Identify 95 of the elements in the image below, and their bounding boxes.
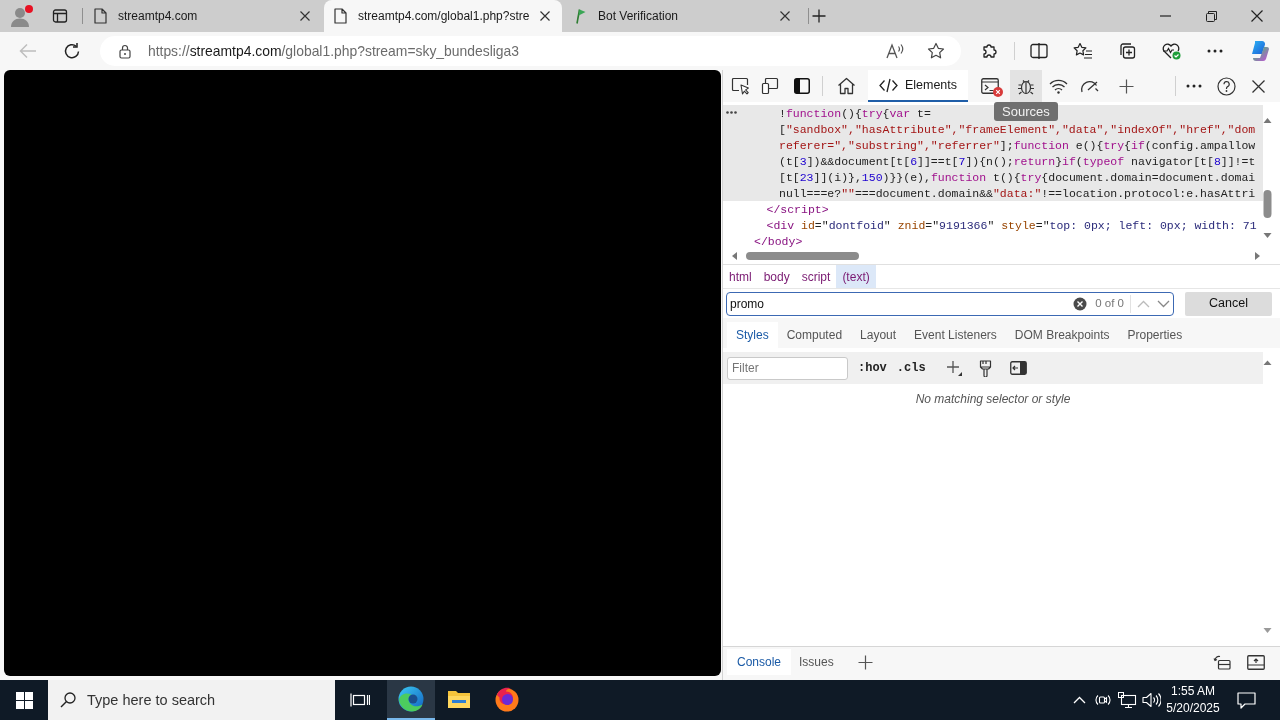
add-tool-plus-icon[interactable] [857,654,873,670]
drawer-tab[interactable]: Console [727,649,792,675]
search-icon [60,692,76,708]
paint-brush-icon[interactable] [978,359,992,377]
home-icon[interactable] [836,77,856,95]
code-line: !function(){try{var t= [779,106,931,120]
taskbar-app-button[interactable] [387,680,435,720]
browser-logo-icon [398,686,424,712]
flag-icon [574,8,586,24]
breadcrumb[interactable]: (text) [836,265,876,288]
code-brackets-icon [878,77,898,93]
close-icon[interactable] [540,11,550,21]
close-icon[interactable] [1251,79,1265,93]
code-line: (t[3])&&document[t[6]]==t[7]){n();return}if(typeof navigator[t[8]]!=t [779,154,1256,168]
notification-bubble-icon[interactable] [1236,691,1256,709]
panel-tab[interactable]: DOM Breakpoints [1005,322,1119,348]
video-camera-icon[interactable] [1095,692,1111,708]
gauge-icon[interactable] [1080,79,1100,93]
device-emulation-icon[interactable] [761,77,779,95]
clock-date[interactable]: 5/20/2025 [1166,700,1220,717]
horizontal-scrollbar[interactable] [730,251,1262,261]
lock-icon[interactable] [116,43,133,59]
panel-tab[interactable]: Styles [727,322,778,348]
document-icon [333,8,347,24]
collections-icon[interactable] [1118,42,1137,60]
read-aloud-icon[interactable] [886,42,906,60]
close-icon[interactable] [780,11,790,21]
vertical-scrollbar[interactable] [1263,358,1272,635]
close-icon[interactable] [300,11,310,21]
cancel-button[interactable]: Cancel [1185,291,1272,316]
help-icon[interactable] [1216,76,1236,96]
dock-drawer-icon[interactable] [1213,654,1231,670]
elements-tab[interactable]: Elements [868,70,968,102]
more-dots-icon[interactable] [726,111,737,114]
breadcrumb[interactable]: script [795,265,837,288]
empty-styles-message: No matching selector or style [915,391,1071,408]
new-tab-plus-icon[interactable] [812,9,826,23]
panel-tab[interactable]: Properties [1118,322,1192,348]
browser-tab[interactable]: streamtp4.com [84,0,322,32]
drawer-tab[interactable]: Issues [791,649,842,675]
code-line: null===e?""===document.domain&&"data:"!==location.protocol:e.hasAttri [779,186,1256,200]
heart-pulse-icon[interactable] [1161,42,1182,60]
panel-tab[interactable]: Computed [777,322,852,348]
tooltip: Sources [994,102,1058,121]
puzzle-piece-icon[interactable] [981,42,1000,60]
add-rule-plus-icon[interactable] [945,359,963,377]
code-line: referer=","substring","referrer"];function e(){try{if(config.ampallow [779,138,1256,152]
more-options-icon[interactable] [1185,84,1202,88]
clear-icon[interactable] [1073,296,1088,311]
code-line: </script> [766,202,829,216]
filter-field[interactable]: Filter [727,356,848,380]
match-count: 0 of 0 [1095,295,1124,311]
panel-tab[interactable]: Event Listeners [905,322,1006,348]
network-monitor-icon[interactable] [1117,691,1137,709]
profile-avatar-icon[interactable] [9,4,35,28]
favorite-star-icon[interactable] [927,42,946,60]
sidebar-toggle-icon[interactable] [1009,361,1027,375]
panel-tab[interactable]: Layout [851,322,906,348]
folder-icon [447,689,471,709]
task-view-icon[interactable] [350,692,370,708]
bug-icon[interactable] [1017,77,1035,95]
console-icon[interactable] [981,78,999,94]
browser-tab[interactable]: Bot Verification [564,0,802,32]
clock-time[interactable]: 1:55 AM [1171,683,1215,700]
split-screen-icon[interactable] [1030,43,1049,59]
code-line: [t[23]](i)},150)}}(e),function t(){try{document.domain=document.domai [779,170,1256,184]
style-toggle-button[interactable]: .cls [891,357,931,379]
refresh-icon[interactable] [62,42,81,60]
fox-logo-icon [494,686,520,712]
code-line: ["sandbox","hasAttribute","frameElement","data","indexOf","href","dom [779,122,1256,136]
close-icon[interactable] [1251,10,1263,22]
breadcrumb[interactable]: body [757,265,796,288]
inspect-element-icon[interactable] [730,77,750,95]
workspaces-icon[interactable] [52,8,68,24]
chevron-down-icon[interactable] [1157,299,1170,308]
minimize-icon[interactable] [1159,15,1171,17]
windows-start-icon[interactable] [15,691,33,709]
wifi-icon[interactable] [1048,78,1068,94]
expand-drawer-icon[interactable] [1247,654,1265,670]
document-icon [93,8,107,24]
style-toggle-button[interactable]: :hov [853,357,892,379]
browser-tab[interactable]: streamtp4.com/global1.php?stre [324,0,562,32]
favorites-list-icon[interactable] [1073,42,1094,60]
speaker-volume-icon[interactable] [1141,692,1161,708]
add-panel-plus-icon[interactable] [1118,78,1134,94]
dock-side-icon[interactable] [794,78,810,94]
code-line: </body> [754,234,803,248]
url-text[interactable]: https://streamtp4.com/global1.php?stream=sky_bundesliga3 [147,40,519,62]
code-line: <div id="dontfoid" znid="9191366" style="top: 0px; left: 0px; width: 71 [766,218,1257,232]
taskbar-search-field[interactable]: Type here to search [48,680,335,720]
breadcrumb[interactable]: html [723,265,758,288]
vertical-scrollbar[interactable] [1263,116,1272,240]
more-options-icon[interactable] [1207,49,1224,53]
address-field[interactable]: https://streamtp4.com/global1.php?stream=sky_bundesliga3 [99,36,962,66]
restore-icon[interactable] [1205,10,1217,22]
